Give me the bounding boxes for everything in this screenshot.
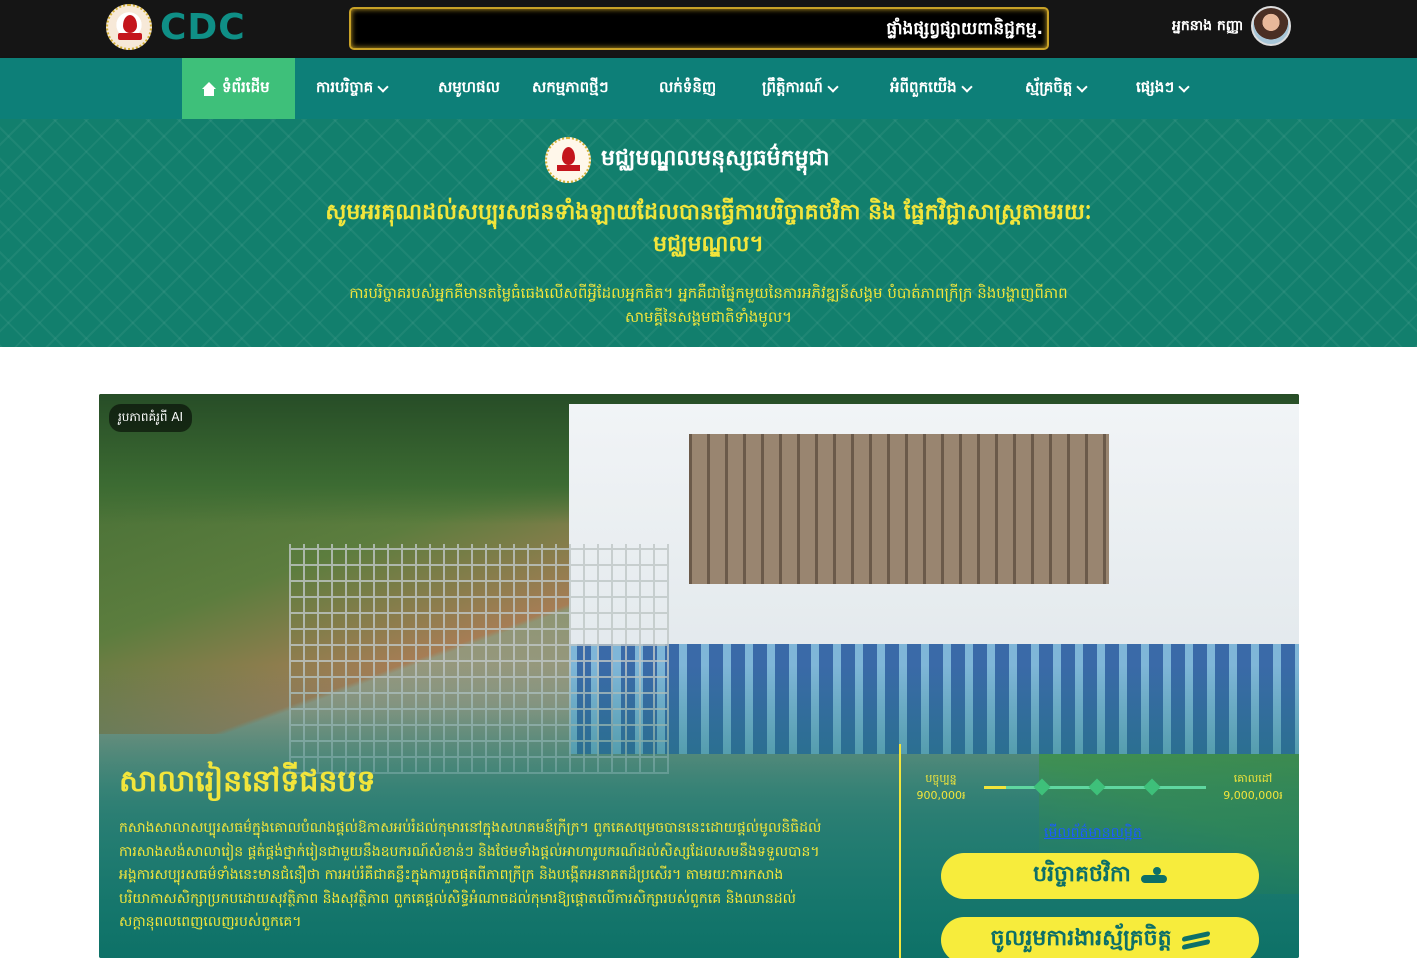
nav-item-label: សមូហផល [438, 77, 500, 96]
donate-button[interactable]: បរិច្ចាគថវិកា [941, 853, 1259, 899]
nav-item-label: អំពីពួកយើង [890, 77, 957, 96]
volunteer-button-label: ចូលរួមការងារស្ម័គ្រចិត្ត [990, 926, 1172, 951]
volunteer-button[interactable]: ចូលរួមការងារស្ម័គ្រចិត្ត [941, 917, 1259, 958]
project-card: រូបភាពគំរូពី AI សាលារៀននៅទីជនបទ កសាងសាលា… [99, 394, 1299, 958]
chevron-down-icon [827, 80, 839, 93]
brand-name: CDC [160, 6, 246, 48]
nav-item-about[interactable]: អំពីពួកយើង [890, 58, 973, 119]
progress-bar [984, 778, 1206, 796]
cdc-logo-icon [106, 4, 152, 50]
nav-item-community[interactable]: សមូហផល [438, 58, 500, 119]
nav-item-label: ទំព័រដើម [222, 77, 270, 96]
nav-item-volunteer[interactable]: ស្ម័គ្រចិត្ត [1025, 58, 1088, 119]
nav-item-activities[interactable]: សកម្មភាពថ្មីៗ [532, 58, 609, 119]
nav-item-events[interactable]: ព្រឹត្តិការណ៍ [762, 58, 839, 119]
hand-holding-coin-icon [1140, 867, 1167, 885]
hero-subtitle: សូមអរគុណដល់សប្បុរសជនទាំងឡាយដែលបានធ្វើការ… [325, 200, 1092, 257]
brand-logo[interactable]: CDC [106, 4, 246, 50]
progress-current-label: បច្ចុប្បន្ន [925, 772, 957, 785]
cdc-logo-icon [545, 137, 591, 183]
progress-current-value: 900,000៛ [916, 789, 966, 802]
nav-item-label: ព្រឹត្តិការណ៍ [762, 77, 823, 96]
hero-description: ការបរិច្ចាគរបស់អ្នកគឺមានតម្លៃធំធេងលើសពីអ… [349, 284, 1068, 326]
avatar[interactable] [1251, 6, 1292, 46]
top-bar: CDC ផ្ទាំងផ្សព្វផ្សាយពានិជ្ជកម្ម. អ្នកនា… [0, 0, 1417, 58]
user-menu[interactable]: អ្នកនាង កញ្ញា [1172, 6, 1292, 46]
divider [899, 744, 901, 958]
chevron-down-icon [1178, 80, 1190, 93]
ad-ticker: ផ្ទាំងផ្សព្វផ្សាយពានិជ្ជកម្ម. [349, 7, 1049, 50]
ai-image-badge: រូបភាពគំរូពី AI [109, 404, 193, 432]
view-details-link[interactable]: មើលព័ត៌មានលម្អិត [1044, 823, 1142, 844]
nav-item-home[interactable]: ទំព័រដើម [182, 58, 295, 119]
nav-item-shop[interactable]: លក់ទំនិញ [659, 58, 716, 119]
chevron-down-icon [1076, 80, 1088, 93]
nav-item-label: ផ្សេងៗ [1136, 77, 1175, 96]
hero-title: មជ្ឈមណ្ឌលមនុស្សធម៌កម្ពុជា [601, 146, 830, 171]
progress-fill [984, 786, 1007, 789]
nav-item-label: ការបរិច្ចាគ [316, 77, 374, 96]
chevron-down-icon [377, 80, 389, 93]
donate-button-label: បរិច្ចាគថវិកា [1033, 862, 1131, 887]
nav-item-label: សកម្មភាពថ្មីៗ [532, 77, 609, 96]
nav-item-label: លក់ទំនិញ [659, 77, 717, 96]
nav-item-donation[interactable]: ការបរិច្ចាគ [316, 58, 389, 119]
project-title: សាលារៀននៅទីជនបទ [119, 764, 376, 799]
progress-goal: គោលដៅ 9,000,000៛ [1217, 770, 1289, 804]
progress-goal-value: 9,000,000៛ [1223, 789, 1283, 802]
nav-item-other[interactable]: ផ្សេងៗ [1136, 58, 1190, 119]
hero-title-row: មជ្ឈមណ្ឌលមនុស្សធម៌កម្ពុជា [545, 137, 830, 183]
main-nav: ទំព័រដើម ការបរិច្ចាគ សមូហផល សកម្មភាពថ្មី… [0, 58, 1417, 119]
home-icon [202, 81, 216, 96]
handshake-icon [1182, 930, 1210, 950]
progress-goal-label: គោលដៅ [1233, 772, 1273, 785]
chevron-down-icon [960, 80, 973, 93]
progress-current: បច្ចុប្បន្ន 900,000៛ [911, 770, 971, 804]
user-name: អ្នកនាង កញ្ញា [1172, 17, 1244, 34]
project-description: កសាងសាលាសប្បុរសធម៌ក្នុងគោលបំណងផ្តល់ឱកាសអ… [119, 820, 822, 930]
ad-ticker-text: ផ្ទាំងផ្សព្វផ្សាយពានិជ្ជកម្ម. [886, 19, 1043, 39]
nav-item-label: ស្ម័គ្រចិត្ត [1025, 77, 1073, 96]
hero-banner: មជ្ឈមណ្ឌលមនុស្សធម៌កម្ពុជា សូមអរគុណដល់សប្… [0, 119, 1417, 347]
